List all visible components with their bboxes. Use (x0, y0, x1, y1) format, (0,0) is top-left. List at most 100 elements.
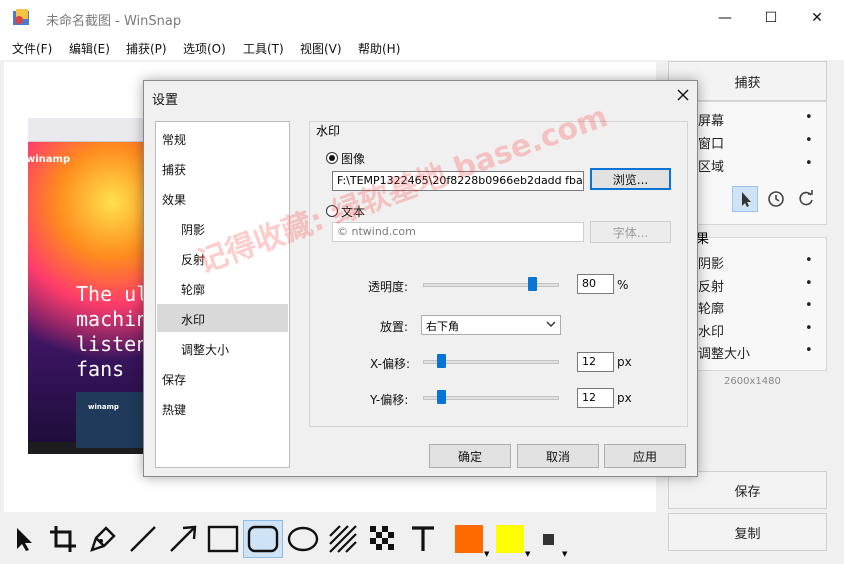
x-offset-slider-thumb[interactable] (437, 354, 446, 368)
pointer-mode-button[interactable] (732, 186, 758, 212)
nav-effects[interactable]: 效果 (162, 191, 186, 208)
nav-outline[interactable]: 轮廓 (181, 281, 205, 298)
text-icon (412, 526, 434, 551)
timer-button[interactable] (764, 187, 788, 211)
arrow-icon (170, 525, 197, 552)
watermark-group-label: 水印 (316, 124, 341, 138)
hatch-tool[interactable] (325, 520, 361, 558)
nav-save[interactable]: 保存 (162, 371, 186, 388)
nav-resize[interactable]: 调整大小 (181, 341, 229, 358)
placement-value: 右下角 (426, 320, 459, 333)
rectangle-tool[interactable] (205, 520, 241, 558)
rectangle-icon (207, 525, 239, 553)
rounded-rectangle-icon (247, 525, 279, 553)
effect-watermark-item[interactable]: 水印 (698, 321, 724, 340)
placement-select[interactable]: 右下角 (421, 315, 561, 335)
copy-button[interactable]: 复制 (668, 513, 827, 551)
capture-screen-dot: • (805, 110, 813, 125)
image-size-text: 2600x1480 (724, 376, 781, 387)
cursor-icon (742, 192, 751, 207)
dialog-close-icon[interactable] (672, 84, 694, 106)
x-offset-field[interactable]: 12 (577, 352, 614, 372)
transparency-unit: % (617, 278, 629, 292)
menu-capture[interactable]: 捕获(P) (126, 40, 167, 57)
capture-region-dot: • (805, 156, 813, 171)
y-offset-field[interactable]: 12 (577, 388, 614, 408)
capture-region-item[interactable]: 区域 (698, 156, 724, 175)
line-width-icon[interactable] (543, 534, 554, 545)
rounded-rectangle-tool[interactable] (243, 520, 283, 558)
repeat-capture-button[interactable] (794, 187, 818, 211)
effect-shadow-item[interactable]: 阴影 (698, 253, 724, 272)
pen-tool[interactable] (85, 520, 121, 558)
preview-logo: winamp (26, 154, 71, 165)
menu-view[interactable]: 视图(V) (300, 40, 342, 57)
hatch-icon (329, 525, 357, 553)
preview-card (76, 392, 146, 448)
effect-outline-item[interactable]: 轮廓 (698, 298, 724, 317)
text-tool[interactable] (405, 520, 441, 558)
menu-help[interactable]: 帮助(H) (358, 40, 400, 57)
ellipse-tool[interactable] (285, 520, 321, 558)
cancel-button[interactable]: 取消 (517, 444, 599, 468)
transparency-label: 透明度: (368, 280, 409, 294)
pixelate-icon (370, 526, 394, 550)
nav-watermark[interactable]: 水印 (181, 311, 205, 328)
refresh-icon (799, 190, 813, 206)
nav-general[interactable]: 常规 (162, 131, 186, 148)
capture-window-item[interactable]: 窗口 (698, 133, 724, 152)
arrow-pointer-icon (17, 528, 32, 551)
transparency-field[interactable]: 80 (577, 274, 614, 294)
placement-label: 放置: (380, 320, 409, 334)
window-title: 未命名截图 - WinSnap (46, 14, 182, 29)
effect-resize-dot: • (805, 343, 813, 358)
nav-hotkeys[interactable]: 热键 (162, 401, 186, 418)
watermark-text-field[interactable]: © ntwind.com (332, 222, 584, 242)
minimize-button[interactable]: — (702, 0, 748, 36)
capture-screen-item[interactable]: 屏幕 (698, 110, 724, 129)
menu-tools[interactable]: 工具(T) (243, 40, 284, 57)
ok-button[interactable]: 确定 (429, 444, 511, 468)
font-button[interactable]: 字体... (590, 221, 671, 243)
arrow-tool[interactable] (165, 520, 201, 558)
x-offset-unit: px (617, 355, 632, 369)
primary-color-swatch[interactable] (455, 525, 483, 553)
ellipse-icon (287, 526, 319, 552)
effect-outline-dot: • (805, 298, 813, 313)
preview-text-line: machin (76, 307, 149, 331)
preview-card-logo: winamp (88, 403, 119, 411)
menu-edit[interactable]: 编辑(E) (69, 40, 110, 57)
y-offset-label: Y-偏移: (370, 393, 409, 407)
line-tool[interactable] (125, 520, 161, 558)
pixelate-tool[interactable] (365, 520, 401, 558)
menu-file[interactable]: 文件(F) (12, 40, 52, 57)
line-width-dropdown-icon[interactable]: ▼ (562, 550, 567, 558)
primary-color-dropdown-icon[interactable]: ▼ (484, 550, 489, 558)
nav-selection (157, 304, 288, 332)
secondary-color-swatch[interactable] (496, 525, 524, 553)
crop-tool[interactable] (45, 520, 81, 558)
maximize-button[interactable]: ☐ (748, 0, 794, 36)
close-button[interactable]: ✕ (794, 0, 840, 36)
capture-window-dot: • (805, 133, 813, 148)
menu-options[interactable]: 选项(O) (183, 40, 226, 57)
secondary-color-dropdown-icon[interactable]: ▼ (525, 550, 530, 558)
effect-reflection-dot: • (805, 276, 813, 291)
apply-button[interactable]: 应用 (604, 444, 686, 468)
select-tool[interactable] (6, 520, 42, 558)
preview-text-line: The ul (76, 282, 149, 306)
y-offset-slider-thumb[interactable] (437, 390, 446, 404)
transparency-slider-thumb[interactable] (527, 277, 537, 291)
image-radio[interactable] (326, 152, 338, 164)
preview-text-line: fans (76, 357, 125, 381)
effect-resize-item[interactable]: 调整大小 (698, 343, 750, 362)
clock-icon (768, 191, 784, 207)
app-icon (12, 8, 32, 28)
effect-reflection-item[interactable]: 反射 (698, 276, 724, 295)
transparency-slider-track[interactable] (423, 283, 559, 287)
nav-capture[interactable]: 捕获 (162, 161, 186, 178)
browse-button[interactable]: 浏览... (590, 168, 671, 190)
x-offset-label: X-偏移: (370, 357, 410, 371)
preview-browser-bar (28, 118, 148, 142)
line-icon (130, 526, 156, 552)
